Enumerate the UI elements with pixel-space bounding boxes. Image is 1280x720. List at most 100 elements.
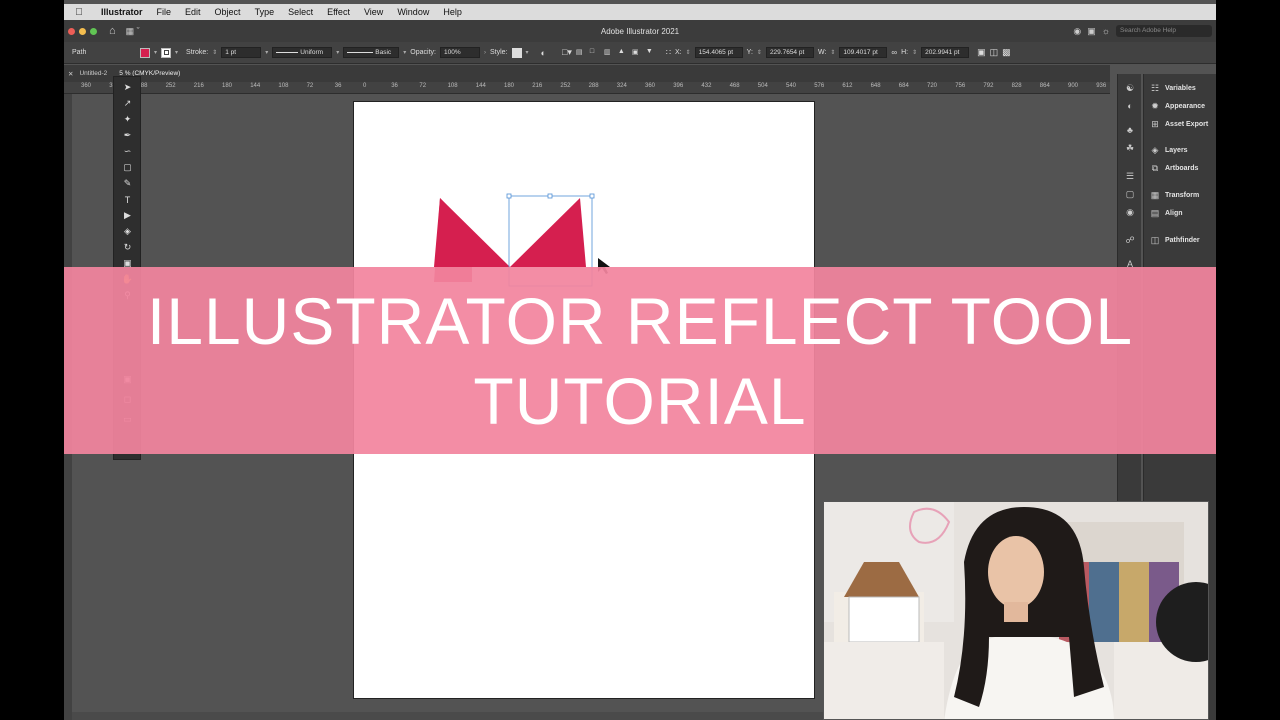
control-bar: Path ▾ ▾ Stroke: ⇕ 1 pt ▾ Uniform ▾ Basi… [64, 42, 1216, 64]
links-icon[interactable]: ☍ [1124, 234, 1136, 246]
chevron-down-icon[interactable]: ▾ [175, 49, 178, 56]
menu-edit[interactable]: Edit [178, 7, 208, 17]
stepper-icon[interactable]: ⇕ [830, 49, 835, 56]
menu-type[interactable]: Type [248, 7, 282, 17]
x-position-input[interactable]: 154.4065 pt [694, 47, 743, 58]
magic-wand-icon[interactable]: ✦ [121, 113, 134, 126]
align-middle-icon[interactable]: ▣ [632, 48, 642, 58]
isolate-icon[interactable]: ◫ [990, 47, 999, 58]
discover-icon[interactable]: ☼ [1102, 26, 1110, 36]
color-icon[interactable]: ◐ [1124, 100, 1136, 112]
chevron-down-icon[interactable]: ▾ [265, 49, 268, 56]
constrain-proportions-icon[interactable]: ∞ [891, 48, 897, 57]
stroke-swatch[interactable] [161, 47, 172, 58]
menu-file[interactable]: File [150, 7, 179, 17]
variable-width-profile[interactable]: Uniform [272, 47, 333, 58]
symbols-icon[interactable]: ♣ [1124, 124, 1136, 136]
chevron-down-icon[interactable]: ▾ [526, 49, 529, 56]
rectangle-tool-icon[interactable]: ▢ [121, 161, 134, 174]
panel-artboards[interactable]: ⧉ Artboards [1150, 161, 1199, 175]
ruler-tick-label: 252 [560, 83, 571, 89]
close-window-button[interactable] [68, 27, 75, 35]
align-top-icon[interactable]: ▲ [618, 48, 628, 58]
recolor-icon[interactable]: ◐ [541, 48, 546, 58]
home-icon[interactable]: ⌂ [109, 25, 116, 37]
stepper-icon[interactable]: ⇕ [686, 49, 691, 56]
stepper-icon[interactable]: ⇕ [757, 49, 762, 56]
type-tool-icon[interactable]: T [121, 193, 134, 206]
menu-window[interactable]: Window [390, 7, 436, 17]
panel-layers[interactable]: ◈ Layers [1150, 143, 1188, 157]
menu-illustrator[interactable]: Illustrator [94, 7, 150, 17]
original-triangle-right[interactable] [510, 198, 586, 267]
selection-tool-icon[interactable]: ➤ [121, 81, 134, 94]
close-tab-icon[interactable]: ✕ [64, 70, 79, 78]
reference-point-icon[interactable]: ∷ [666, 48, 671, 57]
ruler-tick-label: 936 [1096, 83, 1107, 89]
workspace-switcher-icon[interactable]: ▦ ˇ [126, 26, 140, 37]
width-input[interactable]: 109.4017 pt [839, 47, 888, 58]
chevron-down-icon[interactable]: ▾ [336, 49, 339, 56]
menu-object[interactable]: Object [208, 7, 248, 17]
align-center-icon[interactable]: □ [590, 48, 600, 58]
stepper-icon[interactable]: ⇕ [212, 49, 217, 56]
panel-asset-export[interactable]: ⊞ Asset Export [1150, 117, 1208, 131]
opacity-input[interactable]: 100% [439, 47, 480, 58]
chevron-down-icon[interactable]: ▾ [154, 49, 157, 56]
panel-variables[interactable]: ☷ Variables [1150, 81, 1196, 95]
rotate-tool-icon[interactable]: ↻ [121, 241, 134, 254]
ruler-tick-label: 360 [645, 83, 656, 89]
reflect-tool-icon[interactable]: ▶ [121, 209, 134, 222]
panel-align[interactable]: ▤ Align [1150, 206, 1183, 220]
align-bottom-icon[interactable]: ▼ [646, 48, 656, 58]
menu-select[interactable]: Select [281, 7, 320, 17]
align-to-icon[interactable]: □▾ [562, 47, 572, 58]
arrange-documents-icon[interactable]: ▣ [1087, 26, 1096, 37]
variables-icon: ☷ [1150, 82, 1160, 93]
align-right-icon[interactable]: ▥ [604, 48, 614, 58]
stroke-panel-icon[interactable]: ☰ [1124, 170, 1136, 182]
arrange-icon[interactable]: ▩ [1002, 47, 1011, 58]
document-tab[interactable]: Untitled-2 [79, 70, 107, 77]
menu-help[interactable]: Help [436, 7, 469, 17]
selection-handle[interactable] [506, 193, 512, 199]
y-position-input[interactable]: 229.7654 pt [765, 47, 814, 58]
panel-transform[interactable]: ▦ Transform [1150, 188, 1200, 202]
transparency-icon[interactable]: ◉ [1124, 206, 1136, 218]
align-left-icon[interactable]: ▤ [576, 48, 586, 58]
panel-pathfinder[interactable]: ◫ Pathfinder [1150, 233, 1200, 247]
cc-libraries-icon[interactable]: ☯ [1124, 82, 1136, 94]
chevron-right-icon[interactable]: › [484, 50, 486, 56]
fill-swatch[interactable] [140, 47, 150, 58]
minimize-window-button[interactable] [79, 27, 86, 35]
application-bar: ⌂ ▦ ˇ Adobe Illustrator 2021 ◉ ▣ ☼ Searc… [64, 20, 1216, 42]
menu-effect[interactable]: Effect [320, 7, 357, 17]
brush-definition[interactable]: Basic [343, 47, 400, 58]
chevron-down-icon[interactable]: ▾ [403, 49, 406, 56]
selection-handle[interactable] [547, 193, 553, 199]
pencil-tool-icon[interactable]: ✎ [121, 177, 134, 190]
graphic-style-swatch[interactable] [511, 47, 522, 58]
presenter-webcam [823, 501, 1209, 720]
menu-view[interactable]: View [357, 7, 390, 17]
panel-appearance[interactable]: ✹ Appearance [1150, 99, 1205, 113]
eraser-tool-icon[interactable]: ◈ [121, 225, 134, 238]
height-input[interactable]: 202.9941 pt [921, 47, 970, 58]
stroke-weight-input[interactable]: 1 pt [221, 47, 262, 58]
reflected-triangle-shape[interactable] [434, 198, 510, 267]
account-icon[interactable]: ◉ [1073, 26, 1081, 37]
apple-icon[interactable]:  [64, 7, 94, 18]
y-label: Y: [746, 49, 753, 56]
gradient-panel-icon[interactable]: ▢ [1124, 188, 1136, 200]
transform-options-icon[interactable]: ▣ [977, 47, 986, 58]
ruler-tick-label: 828 [1011, 83, 1022, 89]
horizontal-ruler[interactable]: 360 3 288 252 216 180 144 108 72 36 0 36 72 108 144 180… [64, 82, 1134, 94]
zoom-window-button[interactable] [90, 27, 97, 35]
search-help-input[interactable]: Search Adobe Help [1116, 25, 1212, 37]
stepper-icon[interactable]: ⇕ [912, 49, 917, 56]
selection-handle[interactable] [589, 193, 595, 199]
direct-selection-tool-icon[interactable]: ↗ [121, 97, 134, 110]
curvature-tool-icon[interactable]: ∽ [121, 145, 134, 158]
pen-tool-icon[interactable]: ✒ [121, 129, 134, 142]
brushes-icon[interactable]: ☘ [1124, 142, 1136, 154]
